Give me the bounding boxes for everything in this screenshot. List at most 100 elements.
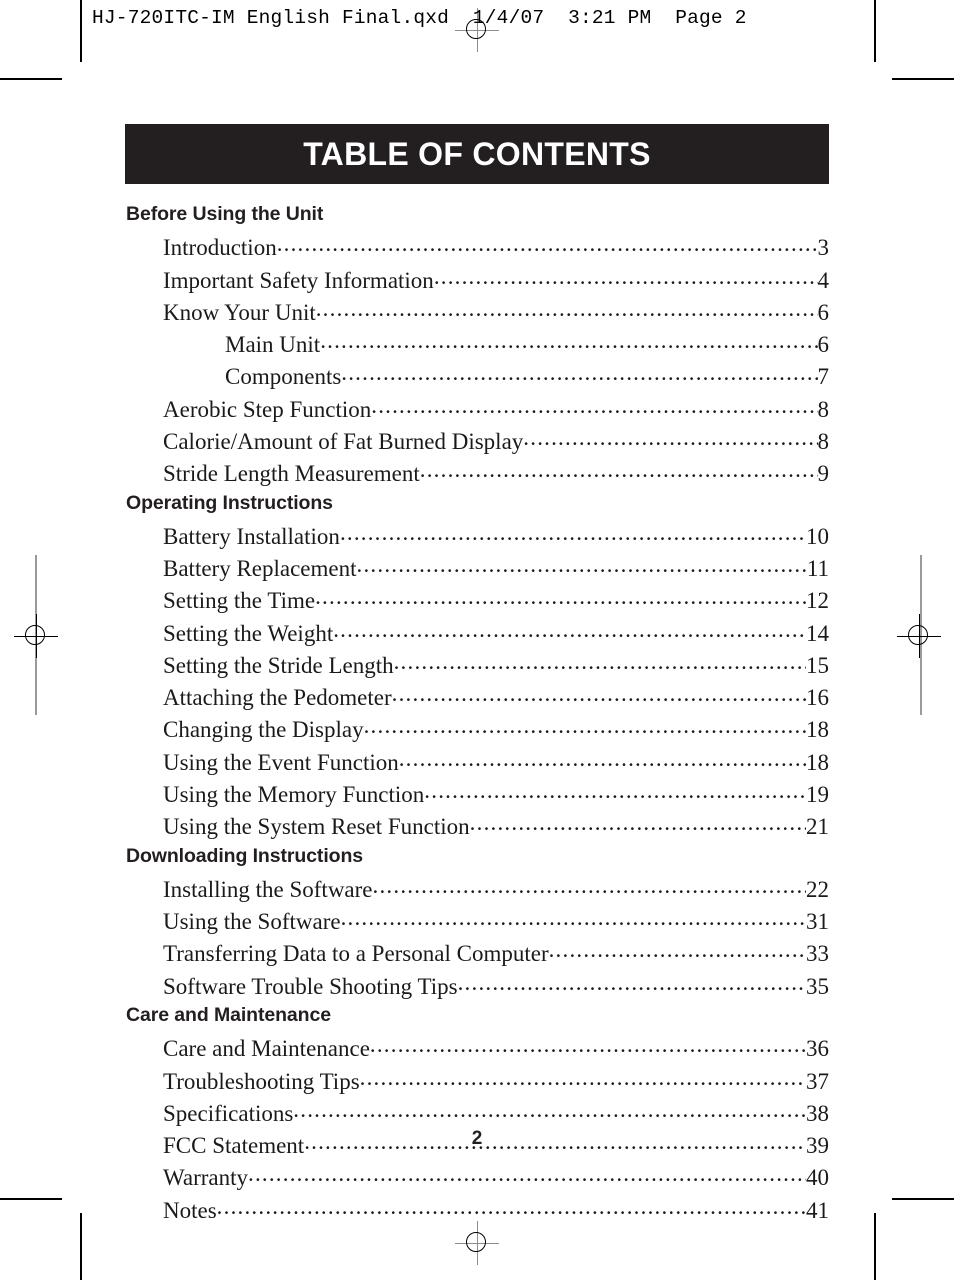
toc-entry[interactable]: Warranty................................… xyxy=(125,1160,829,1192)
toc-entry[interactable]: Calorie/Amount of Fat Burned Display....… xyxy=(125,424,829,456)
toc-dot-leader: ........................................… xyxy=(398,745,806,771)
toc-dot-leader: ........................................… xyxy=(356,552,807,578)
toc-section-heading: Before Using the Unit xyxy=(126,203,324,225)
toc-dot-leader: ........................................… xyxy=(391,681,806,707)
registration-mark-right xyxy=(897,614,941,658)
toc-entry-page-number: 38 xyxy=(806,1100,829,1126)
toc-entry-label: Components xyxy=(225,364,342,390)
registration-mark-left xyxy=(14,614,58,658)
toc-entry-page-number: 35 xyxy=(806,973,829,999)
crop-mark-top-left-horizontal xyxy=(0,78,62,80)
toc-entry[interactable]: Using the Memory Function...............… xyxy=(125,777,829,809)
toc-dot-leader: ........................................… xyxy=(419,457,818,483)
toc-entry[interactable]: Care and Maintenance....................… xyxy=(125,1031,829,1063)
toc-dot-leader: ........................................… xyxy=(457,969,806,995)
toc-dot-leader: ........................................… xyxy=(369,1032,806,1058)
toc-dot-leader: ........................................… xyxy=(216,1193,806,1219)
toc-entry[interactable]: Using the Event Function................… xyxy=(125,745,829,777)
toc-entry-label: Setting the Weight xyxy=(163,620,334,646)
toc-entry-page-number: 21 xyxy=(806,814,829,840)
toc-entry-page-number: 31 xyxy=(806,909,829,935)
page-content: TABLE OF CONTENTS Before Using the Unit I… xyxy=(125,124,829,1225)
toc-entry[interactable]: Setting the Stride Length...............… xyxy=(125,648,829,680)
toc-entry-label: Calorie/Amount of Fat Burned Display xyxy=(163,428,524,454)
toc-entry-label: Changing the Display xyxy=(163,717,364,743)
toc-dot-leader: ........................................… xyxy=(372,872,806,898)
toc-dot-leader: ........................................… xyxy=(293,1096,806,1122)
toc-entry-label: Stride Length Measurement xyxy=(163,461,420,487)
toc-entry-page-number: 18 xyxy=(806,749,829,775)
toc-entry[interactable]: Setting the Weight......................… xyxy=(125,616,829,648)
toc-entry-label: Troubleshooting Tips xyxy=(163,1068,360,1094)
toc-entry-label: Important Safety Information xyxy=(163,267,434,293)
toc-dot-leader: ........................................… xyxy=(320,328,817,354)
toc-entry-page-number: 10 xyxy=(806,523,829,549)
toc-entry[interactable]: Using the System Reset Function.........… xyxy=(125,809,829,841)
toc-entry-label: Warranty xyxy=(163,1165,248,1191)
toc-entry[interactable]: Installing the Software.................… xyxy=(125,872,829,904)
toc-dot-leader: ........................................… xyxy=(315,584,806,610)
table-of-contents-banner: TABLE OF CONTENTS xyxy=(125,124,829,184)
toc-entry-page-number: 37 xyxy=(806,1068,829,1094)
crop-mark-top-right-horizontal xyxy=(892,78,954,80)
toc-entry-page-number: 6 xyxy=(817,299,830,325)
toc-entry-label: Attaching the Pedometer xyxy=(163,685,392,711)
toc-entry[interactable]: Software Trouble Shooting Tips..........… xyxy=(125,969,829,1001)
toc-entry-label: Software Trouble Shooting Tips xyxy=(163,973,458,999)
toc-entry[interactable]: Important Safety Information............… xyxy=(125,263,829,295)
toc-section-heading: Care and Maintenance xyxy=(126,1003,331,1026)
toc-dot-leader: ........................................… xyxy=(276,231,818,257)
toc-dot-leader: ........................................… xyxy=(248,1161,806,1187)
toc-entry[interactable]: Aerobic Step Function...................… xyxy=(125,392,829,424)
toc-dot-leader: ........................................… xyxy=(433,263,818,289)
crop-mark-bottom-right-vertical xyxy=(874,1213,876,1280)
toc-entry[interactable]: Setting the Time........................… xyxy=(125,583,829,615)
toc-entry-label: Using the System Reset Function xyxy=(163,814,470,840)
toc-dot-leader: ........................................… xyxy=(548,937,806,963)
toc-entry[interactable]: Stride Length Measurement...............… xyxy=(125,456,829,488)
toc-entry-page-number: 12 xyxy=(806,588,829,614)
toc-section-heading: Downloading Instructions xyxy=(126,844,364,867)
toc-entry[interactable]: Battery Replacement.....................… xyxy=(125,551,829,583)
toc-entry[interactable]: Notes...................................… xyxy=(125,1193,829,1225)
toc-entry[interactable]: Changing the Display....................… xyxy=(125,712,829,744)
toc-entry-page-number: 4 xyxy=(817,267,830,293)
crop-mark-top-right-vertical xyxy=(874,0,876,62)
toc-dot-leader: ........................................… xyxy=(340,905,806,931)
crop-mark-bottom-right-horizontal xyxy=(892,1198,954,1200)
toc-entry[interactable]: Troubleshooting Tips....................… xyxy=(125,1064,829,1096)
toc-entry-page-number: 8 xyxy=(817,396,830,422)
toc-entry[interactable]: Specifications..........................… xyxy=(125,1096,829,1128)
crop-mark-bottom-left-horizontal xyxy=(0,1198,62,1200)
toc-entry[interactable]: Main Unit...............................… xyxy=(125,327,829,359)
toc-entry-label: Using the Software xyxy=(163,909,341,935)
toc-entry-page-number: 41 xyxy=(806,1197,829,1223)
toc-entry-label: Aerobic Step Function xyxy=(163,396,372,422)
toc-dot-leader: ........................................… xyxy=(359,1064,806,1090)
toc-entry-page-number: 40 xyxy=(806,1165,829,1191)
toc-entry-page-number: 16 xyxy=(806,685,829,711)
toc-entry-label: Setting the Time xyxy=(163,588,316,614)
registration-circle xyxy=(908,625,928,645)
toc-entry-page-number: 8 xyxy=(817,428,830,454)
toc-entry-label: Main Unit xyxy=(225,332,321,358)
page-number-folio: 2 xyxy=(471,1128,483,1149)
toc-entry[interactable]: Know Your Unit..........................… xyxy=(125,295,829,327)
registration-circle xyxy=(25,625,45,645)
toc-entry-label: Installing the Software xyxy=(163,876,373,902)
toc-dot-leader: ........................................… xyxy=(341,360,817,386)
toc-entry[interactable]: Transferring Data to a Personal Computer… xyxy=(125,936,829,968)
toc-entry[interactable]: Battery Installation....................… xyxy=(125,519,829,551)
toc-entry[interactable]: Components..............................… xyxy=(125,359,829,391)
toc-entry[interactable]: Introduction............................… xyxy=(125,230,829,262)
toc-entry-label: Specifications xyxy=(163,1100,294,1126)
toc-entry[interactable]: Attaching the Pedometer.................… xyxy=(125,680,829,712)
toc-dot-leader: ........................................… xyxy=(393,648,806,674)
toc-entry-page-number: 11 xyxy=(806,556,829,582)
registration-mark-bottom xyxy=(455,1221,499,1265)
prepress-header-slug: HJ-720ITC-IM English Final.qxd 1/4/07 3:… xyxy=(92,7,747,29)
toc-entry-page-number: 6 xyxy=(817,332,830,358)
toc-entry[interactable]: Using the Software......................… xyxy=(125,904,829,936)
toc-dot-leader: ........................................… xyxy=(371,392,818,418)
toc-entry-page-number: 22 xyxy=(806,876,829,902)
